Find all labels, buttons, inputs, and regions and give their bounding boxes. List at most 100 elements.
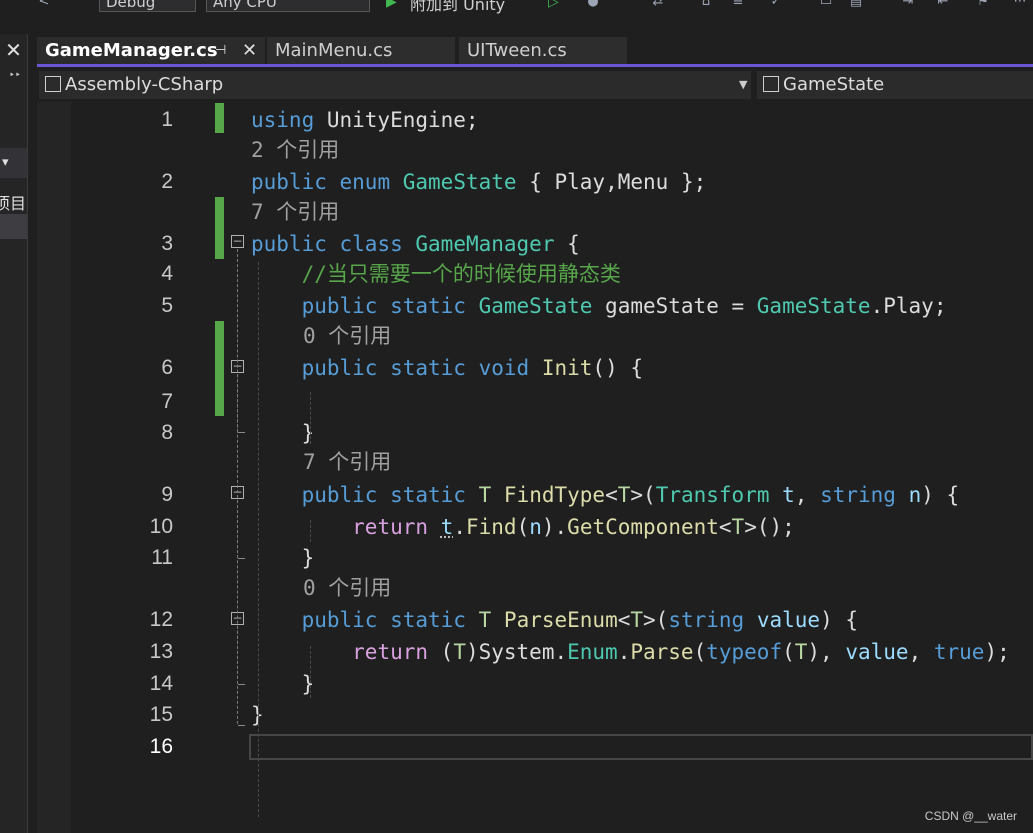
line-number: 4 [161,262,173,285]
close-tab-icon[interactable]: ✕ [242,37,257,65]
code-text[interactable]: return (T)System.Enum.Parse(typeof(T), v… [251,637,1010,667]
tab-gamemanager[interactable]: GameManager.cs ⊣ ✕ [37,37,265,65]
codelens-references[interactable]: 7 个引用 [37,447,1033,477]
code-text[interactable]: public class GameManager { [251,229,580,259]
document-tabs: GameManager.cs ⊣ ✕ MainMenu.cs UITween.c… [37,34,1033,66]
codelens-label[interactable]: 7 个引用 [251,197,339,227]
code-text[interactable]: //当只需要一个的时候使用静态类 [251,259,621,289]
code-token: ), [807,640,846,664]
hot-reload-icon[interactable]: ⇄ [650,0,666,10]
code-text[interactable]: return t.Find(n).GetComponent<T>(); [251,512,795,542]
code-text[interactable]: using UnityEngine; [251,105,479,135]
code-text[interactable]: public static void Init() { [251,353,643,383]
play-icon[interactable]: ▶ [386,0,397,10]
code-token: . [870,294,884,318]
bookmark-icon[interactable]: ⚑ [975,0,991,10]
code-line[interactable]: 11 } [37,543,1033,573]
pin-icon[interactable]: ⊣ [215,37,226,65]
browse-icon[interactable]: ⌂ [698,0,714,10]
platform-dropdown[interactable]: Any CPU [206,0,370,12]
tab-uitween[interactable]: UITween.cs [459,37,627,65]
code-text[interactable]: public static T ParseEnum<T>(string valu… [251,605,858,635]
selected-row[interactable] [0,214,27,239]
outdent-icon[interactable]: ⇤ [935,0,951,10]
code-line[interactable]: 9 public static T FindType<T>(Transform … [37,480,1033,510]
code-line[interactable]: 4 //当只需要一个的时候使用静态类 [37,259,1033,289]
code-token: value [756,608,821,632]
line-number: 12 [149,608,173,631]
code-line[interactable]: 12 public static T ParseEnum<T>(string v… [37,605,1033,635]
more-icon[interactable]: ⋯ [1012,0,1028,10]
line-number: 1 [161,108,173,131]
line-number: 5 [161,294,173,317]
back-icon[interactable]: < [36,0,52,10]
comment-icon[interactable]: ▭ [818,0,834,10]
code-text[interactable]: public enum GameState { Play,Menu }; [251,167,706,197]
indent-guide [310,520,311,542]
uncomment-icon[interactable]: ▤ [848,0,864,10]
code-token: t [440,515,454,539]
code-token: ) { [921,483,960,507]
code-token: GameState [402,170,517,194]
code-line[interactable]: 2 public enum GameState { Play,Menu }; [37,167,1033,197]
codelens-label[interactable]: 0 个引用 [303,321,391,351]
code-token: public [251,170,327,194]
member-dropdown[interactable]: GameState [757,71,1033,99]
codelens-label[interactable]: 0 个引用 [303,573,391,603]
code-line[interactable]: 13 return (T)System.Enum.Parse(typeof(T)… [37,637,1033,667]
code-token: ( [428,640,454,664]
code-token: < [718,515,732,539]
code-token: Parse [630,640,694,664]
project-label: Assembly-CSharp [65,74,224,95]
project-dropdown[interactable]: Assembly-CSharp ▼ [39,71,751,99]
code-line[interactable]: 10 return t.Find(n).GetComponent<T>(); [37,512,1033,542]
format-icon[interactable]: ≡ [730,0,746,10]
line-number: 10 [149,515,173,538]
code-line[interactable]: 8 } [37,418,1033,448]
code-line[interactable]: 7 [37,387,1033,417]
codelens-label[interactable]: 7 个引用 [303,447,391,477]
code-text[interactable]: } [251,418,315,448]
code-line[interactable]: 5 public static GameState gameState = Ga… [37,291,1033,321]
code-editor[interactable]: 1 using UnityEngine; 2 个引用 2 public enum Gam… [37,102,1033,833]
code-token: T [617,483,631,507]
tab-mainmenu[interactable]: MainMenu.cs [267,37,455,65]
code-line[interactable]: 15} [37,700,1033,730]
code-text[interactable]: } [251,669,315,699]
code-line[interactable]: 14 } [37,669,1033,699]
check-icon[interactable]: ✓ [768,0,784,10]
codelens-references[interactable]: 0 个引用 [37,321,1033,351]
panel-dropdown[interactable]: ▾ [0,148,27,178]
code-text[interactable]: public static GameState gameState = Game… [251,291,947,321]
change-indicator [215,321,224,416]
codelens-references[interactable]: 2 个引用 [37,135,1033,165]
overflow-icon[interactable]: ‣‣ [9,70,21,81]
indent-icon[interactable]: ⇥ [900,0,916,10]
code-text[interactable]: public static T FindType<T>(Transform t,… [251,480,960,510]
line-number: 3 [161,232,173,255]
start-without-debug-icon[interactable]: ▷ [548,0,559,10]
codelens-label[interactable]: 2 个引用 [251,135,339,165]
collapse-toggle-icon[interactable]: − [231,235,244,248]
code-line[interactable]: 3 public class GameManager { [37,229,1033,259]
outline-guide-end [238,684,245,685]
indent-guide [258,262,259,817]
code-token: . [453,515,466,539]
code-line[interactable]: 6 public static void Init() { [37,353,1033,383]
stop-icon[interactable]: ● [585,0,601,10]
codelens-references[interactable]: 0 个引用 [37,573,1033,603]
attach-unity-button[interactable]: 附加到 Unity [410,0,505,14]
code-text[interactable]: } [251,543,315,573]
configuration-dropdown[interactable]: Debug [99,0,196,12]
close-panel-icon[interactable]: ✕ [0,38,27,62]
line-number: 16 [149,735,173,758]
code-line[interactable]: 1 using UnityEngine; [37,105,1033,135]
code-token: GameState [478,294,593,318]
project-item-label[interactable]: 项目 [0,190,26,214]
codelens-references[interactable]: 7 个引用 [37,197,1033,227]
